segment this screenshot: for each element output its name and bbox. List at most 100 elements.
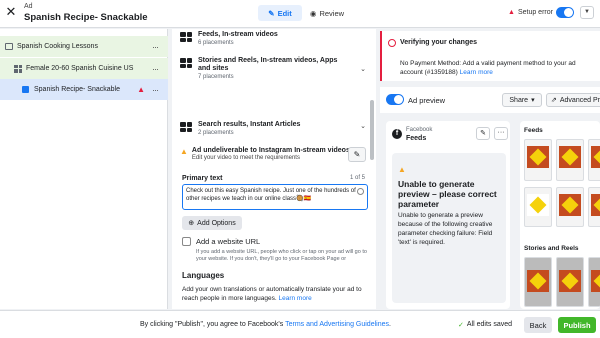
feeds-section-label: Feeds [524, 127, 543, 134]
eye-icon: ◉ [309, 8, 317, 18]
share-label: Share [509, 96, 529, 104]
plus-icon: ⊕ [188, 220, 195, 227]
stories-section-label: Stories and Reels [524, 245, 579, 252]
feed-thumbnail[interactable] [524, 187, 552, 227]
verification-title: Verifying your changes [400, 39, 478, 46]
placement-grid-icon [180, 58, 192, 68]
share-button[interactable]: Share ▾ [502, 93, 542, 107]
placement-thumbnails: Feeds Stories and Reels [520, 121, 600, 309]
primary-text-counter: 1 of 5 [350, 175, 366, 181]
preview-error-box: ▲ Unable to generate preview – please co… [392, 153, 506, 303]
verification-body: No Payment Method: Add a valid payment m… [400, 59, 600, 77]
folder-icon [5, 43, 13, 50]
ad-on-off-toggle[interactable] [556, 7, 574, 18]
edit-preview-button[interactable]: ✎ [476, 127, 490, 140]
back-button[interactable]: Back [524, 317, 552, 333]
ad-name: Spanish Recipe- Snackable [34, 86, 120, 93]
more-options-icon: ··· [497, 129, 505, 136]
feed-thumbnail[interactable] [588, 187, 600, 227]
top-bar: ✕ Ad Spanish Recipe- Snackable ✎ Edit ◉ … [0, 0, 600, 28]
chevron-down-icon[interactable]: ⌄ [360, 65, 366, 73]
more-options-icon[interactable]: ··· [152, 42, 159, 52]
warning-icon: ▲ [180, 147, 188, 156]
consent-suffix: . [388, 321, 391, 328]
editor-scrollbar[interactable] [370, 100, 374, 160]
edit-mode-button[interactable]: ✎ Edit [258, 5, 302, 21]
campaign-tree-panel: Spanish Cooking Lessons ··· Female 20-60… [0, 29, 168, 309]
error-circle-icon [388, 39, 396, 47]
languages-description: Add your own translations or automatical… [182, 285, 368, 303]
terms-link[interactable]: Terms and Advertising Guidelines [285, 321, 389, 328]
tree-item-adset[interactable]: Female 20-60 Spanish Cuisine US ··· [0, 58, 168, 79]
primary-text-input[interactable]: Check out this easy Spanish recipe. Just… [182, 184, 368, 210]
pencil-icon: ✎ [353, 150, 361, 159]
feed-thumbnail[interactable] [588, 139, 600, 181]
languages-desc-text: Add your own translations or automatical… [182, 286, 362, 302]
ad-preview-toggle[interactable] [386, 94, 404, 105]
placement-count: 6 placements [198, 40, 234, 46]
preview-header: Ad preview Share ▾ ⇗ Advanced Pr [380, 87, 600, 113]
preview-error-body: Unable to generate a preview because of … [398, 212, 493, 246]
story-thumbnail[interactable] [556, 257, 584, 307]
warning-icon: ▲ [508, 9, 515, 16]
more-options-icon[interactable]: ··· [152, 64, 159, 74]
undeliverable-warning: ▲ Ad undeliverable to Instagram In-strea… [180, 147, 370, 162]
story-thumbnail[interactable] [524, 257, 552, 307]
platform-name: Facebook [406, 127, 433, 133]
setup-error-status[interactable]: ▲ Setup error [508, 9, 553, 16]
more-options-button[interactable]: ··· [494, 127, 508, 140]
placement-grid-icon [180, 122, 192, 132]
footer-bar: By clicking "Publish", you agree to Face… [0, 310, 600, 338]
external-link-icon: ⇗ [551, 97, 557, 104]
warning-icon: ▲ [398, 165, 406, 174]
feed-thumbnail[interactable] [524, 139, 552, 181]
review-mode-label: Review [319, 8, 345, 18]
placement-group-feeds[interactable]: Feeds, In-stream videos 6 placements [180, 31, 370, 47]
checkmark-icon: ✓ [458, 322, 464, 329]
more-options-icon[interactable]: ··· [152, 85, 159, 95]
adset-grid-icon [14, 64, 22, 73]
placement-group-stories[interactable]: Stories and Reels, In-stream videos, App… [180, 57, 370, 81]
languages-card: Languages Add your own translations or a… [172, 263, 376, 309]
story-thumbnail[interactable] [588, 257, 600, 307]
setup-error-label: Setup error [517, 9, 553, 16]
advanced-preview-button[interactable]: ⇗ Advanced Pr [546, 93, 600, 107]
ad-creative-card: Feeds, In-stream videos 6 placements Sto… [172, 29, 376, 289]
publish-consent-text: By clicking "Publish", you agree to Face… [140, 321, 391, 328]
tree-item-ad[interactable]: Spanish Recipe- Snackable ▲ ··· [0, 79, 168, 100]
feed-thumbnail[interactable] [556, 139, 584, 181]
placement-title: Stories and Reels, In-stream videos, App… [198, 57, 338, 72]
placement-title: Search results, Instant Articles [198, 121, 301, 128]
primary-text-label: Primary text [182, 175, 223, 182]
review-mode-button[interactable]: ◉ Review [306, 5, 348, 21]
placement-name: Feeds [406, 135, 427, 142]
edit-video-button[interactable]: ✎ [348, 147, 366, 162]
learn-more-link[interactable]: Learn more [460, 69, 493, 76]
emoji-picker-icon[interactable] [357, 188, 364, 195]
page-title: Spanish Recipe- Snackable [24, 12, 148, 23]
ad-square-icon [22, 86, 29, 93]
pencil-icon: ✎ [480, 130, 486, 137]
add-options-button[interactable]: ⊕ Add Options [182, 216, 242, 230]
chevron-down-icon[interactable]: ▼ [580, 6, 594, 19]
preview-error-title: Unable to generate preview – please corr… [398, 179, 497, 209]
ad-editor-column: Feeds, In-stream videos 6 placements Sto… [172, 29, 376, 309]
placement-group-search[interactable]: Search results, Instant Articles 2 place… [180, 121, 370, 137]
close-icon[interactable]: ✕ [4, 5, 18, 19]
warning-icon: ▲ [137, 85, 145, 94]
preview-column: Verifying your changes No Payment Method… [380, 29, 600, 309]
placement-count: 7 placements [198, 74, 234, 80]
facebook-feeds-preview-card: f Facebook Feeds ✎ ··· ▲ Unable to gener… [386, 121, 510, 309]
learn-more-link[interactable]: Learn more [279, 295, 312, 302]
chevron-down-icon[interactable]: ⌄ [360, 122, 366, 130]
feed-thumbnail[interactable] [556, 187, 584, 227]
tree-item-campaign[interactable]: Spanish Cooking Lessons ··· [0, 36, 168, 57]
undeliverable-title: Ad undeliverable to Instagram In-stream … [191, 147, 350, 154]
pencil-icon: ✎ [268, 8, 275, 18]
website-url-checkbox[interactable] [182, 237, 191, 246]
publish-button[interactable]: Publish [558, 317, 596, 333]
advanced-preview-label: Advanced Pr [559, 96, 600, 104]
verification-banner: Verifying your changes No Payment Method… [380, 31, 600, 81]
save-status-label: All edits saved [466, 321, 513, 328]
add-options-label: Add Options [197, 219, 236, 227]
